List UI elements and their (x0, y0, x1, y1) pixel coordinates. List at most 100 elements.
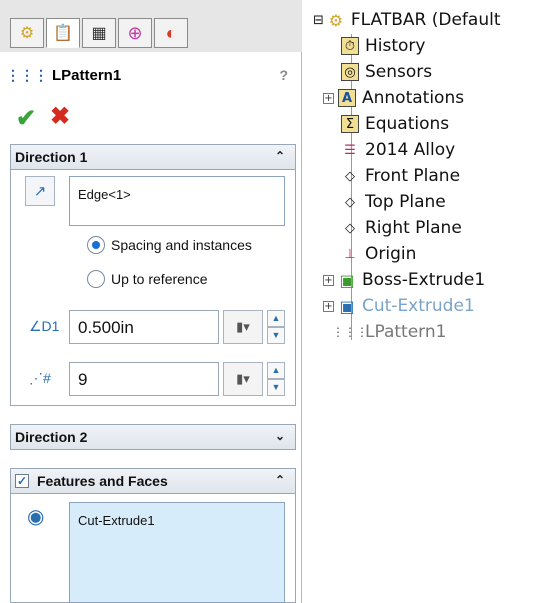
features-checkbox[interactable]: ✓ (15, 474, 29, 488)
up-to-reference-label: Up to reference (111, 271, 208, 287)
tree-item-lpattern[interactable]: ⋮⋮⋮ LPattern1 (332, 322, 447, 342)
direction2-header[interactable]: Direction 2 ⌄ (10, 424, 296, 450)
dropdown-icon: ▮▾ (236, 319, 250, 334)
tree-item-annotations[interactable]: + A Annotations (323, 88, 464, 108)
features-selection-icon: ◉ (27, 506, 45, 528)
direction1-header[interactable]: Direction 1 ⌃ (10, 144, 296, 170)
features-list[interactable]: Cut-Extrude1 (69, 502, 285, 603)
annotations-icon: A (338, 89, 356, 107)
tree-item-label: Origin (365, 244, 417, 264)
direction-reference-box[interactable]: Edge<1> (69, 176, 285, 226)
spacing-and-instances-radio[interactable]: Spacing and instances (87, 236, 252, 254)
reverse-direction-button[interactable]: ↗ (25, 176, 55, 206)
tree-item-label: Annotations (362, 88, 465, 108)
tree-item-label: Boss-Extrude1 (362, 270, 486, 290)
spacing-and-instances-label: Spacing and instances (111, 237, 252, 253)
tree-item-label: LPattern1 (365, 322, 447, 342)
tree-item-material[interactable]: ☰ 2014 Alloy (341, 140, 455, 160)
tree-root[interactable]: ⊟ ⚙ FLATBAR (Default (313, 10, 501, 30)
expand-chevron-icon[interactable]: ⌄ (275, 429, 285, 443)
feature-header: ⋮⋮⋮ LPattern1 ? (6, 52, 296, 98)
spacing-icon: ∠D1 (29, 318, 60, 334)
features-and-faces-title: Features and Faces (37, 473, 168, 489)
tree-item-label: Front Plane (365, 166, 461, 186)
linear-pattern-icon: ⋮⋮⋮ (332, 325, 368, 339)
tree-item-top-plane[interactable]: ◇ Top Plane (341, 192, 446, 212)
boss-extrude-icon: ▣ (339, 270, 355, 290)
spacing-spinner[interactable]: ▲ ▼ (267, 310, 285, 344)
ok-button[interactable]: ✔ (16, 104, 36, 133)
spin-down-icon[interactable]: ▼ (267, 379, 285, 396)
tree-item-equations[interactable]: Σ Equations (341, 114, 449, 134)
tree-item-label: Equations (365, 114, 450, 134)
instances-value: 9 (78, 370, 88, 389)
origin-icon: ⊥ (344, 246, 356, 262)
spin-up-icon[interactable]: ▲ (267, 310, 285, 327)
feature-manager-icon: ⚙ (19, 25, 35, 42)
dimxpert-icon: ⊕ (127, 22, 143, 43)
part-icon: ⚙ (328, 10, 344, 30)
help-icon[interactable]: ? (279, 67, 288, 83)
dimxpert-tab[interactable]: ⊕ (118, 18, 152, 48)
cancel-button[interactable]: ✖ (50, 102, 70, 131)
spacing-value: 0.500in (78, 318, 134, 337)
instances-icon: ⋰# (29, 370, 51, 386)
tree-item-front-plane[interactable]: ◇ Front Plane (341, 166, 460, 186)
reverse-direction-icon: ↗ (33, 183, 47, 200)
sensors-icon: ◎ (341, 63, 359, 81)
features-and-faces-header[interactable]: ✓ Features and Faces ⌃ (10, 468, 296, 494)
configuration-manager-tab[interactable]: ▦ (82, 18, 116, 48)
tree-item-label: 2014 Alloy (365, 140, 456, 160)
features-list-item[interactable]: Cut-Extrude1 (78, 513, 155, 528)
collapse-chevron-icon[interactable]: ⌃ (275, 149, 285, 163)
display-manager-tab[interactable]: ◐ (154, 18, 188, 48)
tree-item-right-plane[interactable]: ◇ Right Plane (341, 218, 462, 238)
feature-title: LPattern1 (52, 66, 122, 84)
spacing-options-dropdown[interactable]: ▮▾ (223, 310, 263, 344)
property-manager-icon: 📋 (53, 25, 73, 42)
up-to-reference-radio[interactable]: Up to reference (87, 270, 208, 288)
tree-item-history[interactable]: ⏱ History (341, 36, 425, 56)
manager-tab-bar: ⚙ 📋 ▦ ⊕ ◐ (0, 0, 302, 52)
direction2-title: Direction 2 (15, 429, 88, 445)
equations-icon: Σ (341, 115, 359, 133)
spin-down-icon[interactable]: ▼ (267, 327, 285, 344)
cut-extrude-icon: ▣ (339, 296, 355, 316)
radio-selected-icon (87, 236, 105, 254)
direction-reference: Edge<1> (78, 187, 131, 202)
expand-icon[interactable]: + (323, 92, 334, 104)
features-and-faces-body: ◉ Cut-Extrude1 (10, 494, 296, 603)
expand-collapse-icon[interactable]: ⊟ (313, 13, 324, 28)
history-icon: ⏱ (341, 37, 359, 55)
direction1-title: Direction 1 (15, 149, 88, 165)
tree-item-sensors[interactable]: ◎ Sensors (341, 62, 432, 82)
tree-item-cut-extrude[interactable]: + ▣ Cut-Extrude1 (323, 296, 475, 316)
tree-item-boss-extrude[interactable]: + ▣ Boss-Extrude1 (323, 270, 485, 290)
feature-manager-tree: ⊟ ⚙ FLATBAR (Default ⏱ History ◎ Sensors… (303, 0, 536, 603)
tree-item-label: Right Plane (365, 218, 462, 238)
tree-item-origin[interactable]: ⊥ Origin (341, 244, 416, 264)
display-manager-icon: ◐ (165, 22, 177, 43)
property-manager-panel: ⚙ 📋 ▦ ⊕ ◐ ⋮⋮⋮ LPattern1 ? ✔ ✖ Direction … (0, 0, 302, 603)
plane-icon: ◇ (345, 168, 355, 184)
property-manager-tab[interactable]: 📋 (46, 18, 80, 48)
action-row: ✔ ✖ (6, 100, 296, 136)
collapse-chevron-icon[interactable]: ⌃ (275, 473, 285, 487)
spin-up-icon[interactable]: ▲ (267, 362, 285, 379)
tree-item-label: Top Plane (365, 192, 446, 212)
configuration-manager-icon: ▦ (91, 25, 107, 42)
dropdown-icon: ▮▾ (236, 371, 250, 386)
expand-icon[interactable]: + (323, 274, 334, 286)
tree-item-label: Sensors (365, 62, 433, 82)
feature-manager-tab[interactable]: ⚙ (10, 18, 44, 48)
instances-spinner[interactable]: ▲ ▼ (267, 362, 285, 396)
expand-icon[interactable]: + (323, 300, 334, 312)
tree-root-label: FLATBAR (Default (350, 10, 501, 30)
instances-field[interactable]: 9 (69, 362, 219, 396)
instances-options-dropdown[interactable]: ▮▾ (223, 362, 263, 396)
spacing-field[interactable]: 0.500in (69, 310, 219, 344)
direction1-body: ↗ Edge<1> Spacing and instances Up to re… (10, 170, 296, 406)
plane-icon: ◇ (345, 220, 355, 236)
radio-unselected-icon (87, 270, 105, 288)
linear-pattern-icon: ⋮⋮⋮ (6, 66, 48, 83)
